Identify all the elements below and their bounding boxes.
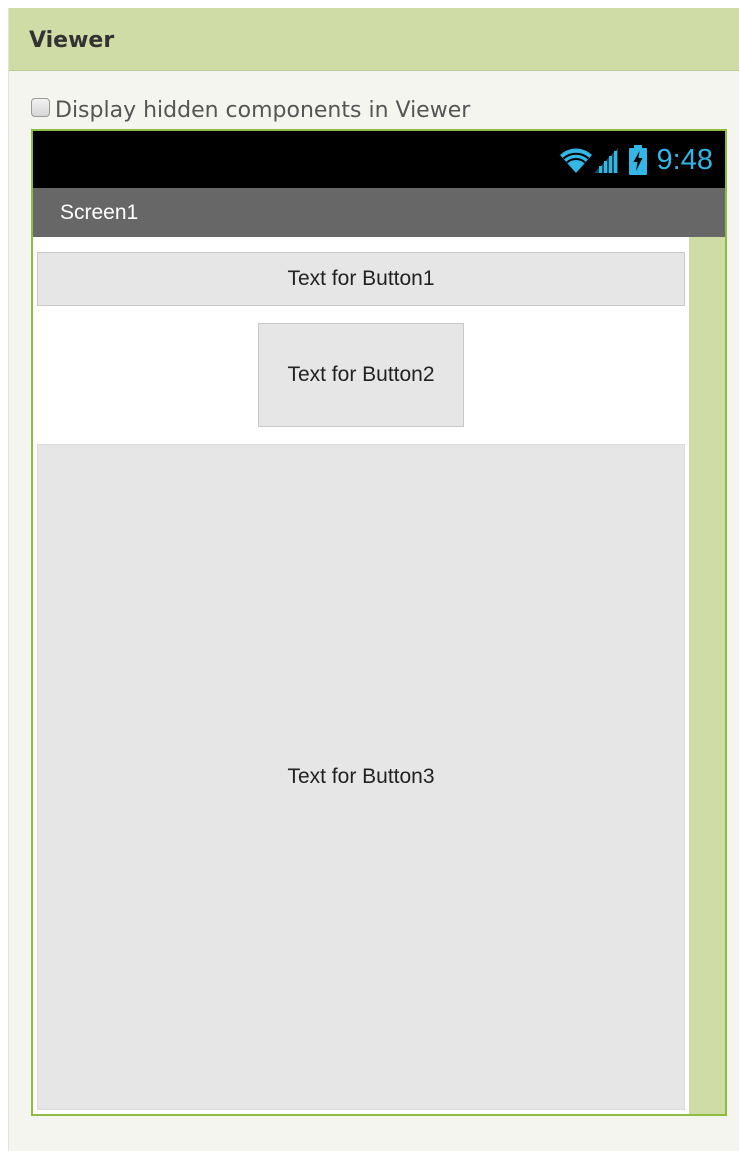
screen-title: Screen1 [60, 201, 139, 224]
display-hidden-checkbox[interactable] [31, 97, 50, 117]
status-icons: 9:48 [559, 143, 713, 177]
viewer-panel: Viewer Display hidden components in View… [8, 8, 739, 1151]
button1[interactable]: Text for Button1 [37, 252, 685, 306]
signal-icon [593, 146, 619, 174]
button2[interactable]: Text for Button2 [258, 323, 464, 427]
panel-title: Viewer [29, 28, 115, 53]
wifi-icon [559, 146, 593, 174]
display-hidden-label[interactable]: Display hidden components in Viewer [55, 98, 470, 123]
display-hidden-row[interactable]: Display hidden components in Viewer [31, 96, 470, 124]
status-bar: 9:48 [33, 131, 725, 188]
screen-content: Text for Button1 Text for Button2 Text f… [33, 237, 689, 1114]
battery-charging-icon [628, 145, 647, 175]
phone-preview: 9:48 Screen1 Text for Button1 Text for B… [31, 129, 727, 1116]
viewer-panel-header: Viewer [9, 8, 739, 71]
screen-title-bar: Screen1 [33, 188, 725, 237]
button3[interactable]: Text for Button3 [37, 444, 685, 1110]
status-clock: 9:48 [656, 143, 713, 176]
